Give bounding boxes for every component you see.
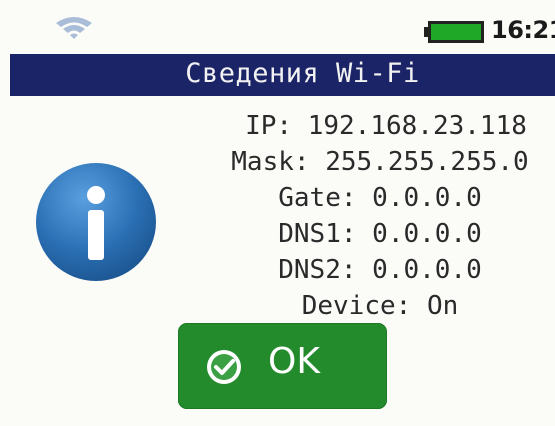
- title-bar: Сведения Wi-Fi: [10, 54, 555, 96]
- gateway-line: Gate: 0.0.0.0: [278, 183, 482, 213]
- info-icon: [36, 163, 156, 281]
- device-status-line: Device: On: [301, 291, 459, 321]
- clock-time: 16:21: [491, 16, 555, 44]
- ip-line: IP: 192.168.23.118: [245, 111, 527, 141]
- dialog-title: Сведения Wi-Fi: [185, 58, 420, 89]
- battery-icon: [424, 21, 484, 43]
- wifi-info-screen: 16:21 Сведения Wi-Fi IP: 192.168.23.118 …: [0, 0, 555, 426]
- check-circle-icon: [207, 350, 241, 384]
- mask-line: Mask: 255.255.255.0: [231, 147, 529, 177]
- dns1-line: DNS1: 0.0.0.0: [278, 219, 482, 249]
- network-info-list: IP: 192.168.23.118 Mask: 255.255.255.0 G…: [205, 108, 555, 324]
- wifi-signal-icon: [56, 17, 92, 39]
- ok-button[interactable]: OK: [178, 323, 387, 409]
- ok-button-label: OK: [268, 341, 320, 382]
- dns2-line: DNS2: 0.0.0.0: [278, 255, 482, 285]
- status-bar: 16:21: [0, 0, 555, 54]
